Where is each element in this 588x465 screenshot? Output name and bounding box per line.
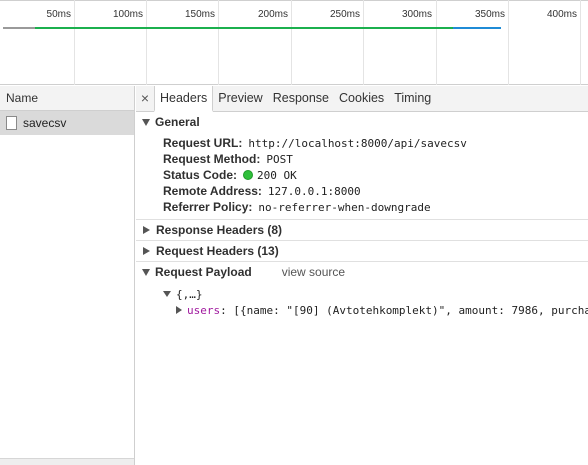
request-method-row: Request Method: POST [136, 151, 588, 167]
tab-response[interactable]: Response [268, 86, 334, 111]
general-section-title: General [155, 115, 200, 129]
tab-headers[interactable]: Headers [154, 86, 214, 112]
view-source-link[interactable]: view source [282, 265, 345, 279]
timeline-tick-label: 400ms [546, 9, 577, 20]
payload-property-value: : [{name: "[90] (Avtotehkomplekt)", amou… [220, 303, 588, 317]
request-url-label: Request URL: [163, 136, 243, 150]
timeline-top-border [0, 0, 588, 1]
timeline-gridline [436, 0, 437, 85]
request-payload-section: Request Payload view source {,…} users :… [136, 262, 588, 318]
timeline-tick-label: 50ms [46, 9, 71, 20]
payload-property-node[interactable]: users : [{name: "[90] (Avtotehkomplekt)"… [136, 302, 588, 318]
timeline-gridline [74, 0, 75, 85]
request-row[interactable]: savecsv [0, 111, 134, 135]
network-timeline-overview[interactable]: 50ms 100ms 150ms 200ms 250ms 300ms 350ms… [0, 0, 588, 85]
timeline-tick-label: 150ms [184, 9, 215, 20]
collapse-triangle-icon [143, 247, 150, 255]
detail-tab-bar: × Headers Preview Response Cookies Timin… [136, 86, 588, 112]
request-method-label: Request Method: [163, 152, 261, 166]
timeline-tick-label: 250ms [329, 9, 360, 20]
request-method-value: POST [266, 152, 293, 166]
request-headers-section: Request Headers (13) [136, 241, 588, 262]
remote-address-row: Remote Address: 127.0.0.1:8000 [136, 183, 588, 199]
request-list-footer [0, 458, 134, 465]
timeline-tick-label: 100ms [112, 9, 143, 20]
payload-root-node[interactable]: {,…} [136, 286, 588, 302]
status-ok-icon [243, 170, 254, 180]
tab-cookies[interactable]: Cookies [334, 86, 389, 111]
status-code-row: Status Code: 200 OK [136, 167, 588, 183]
timeline-tick-label: 200ms [257, 9, 288, 20]
payload-property-key: users [187, 303, 221, 317]
timeline-gridline [580, 0, 581, 85]
response-headers-section: Response Headers (8) [136, 220, 588, 241]
timeline-gridline [363, 0, 364, 85]
expand-triangle-icon [142, 268, 150, 276]
response-headers-title: Response Headers (8) [156, 223, 283, 237]
request-payload-title: Request Payload [155, 265, 252, 279]
referrer-policy-label: Referrer Policy: [163, 200, 253, 214]
status-code-value: 200 OK [257, 168, 297, 182]
remote-address-value: 127.0.0.1:8000 [267, 184, 361, 198]
timeline-bar-queue [3, 27, 35, 29]
collapse-triangle-icon [143, 226, 150, 234]
request-headers-header[interactable]: Request Headers (13) [136, 241, 588, 261]
close-icon[interactable]: × [136, 86, 154, 111]
timeline-gridline [146, 0, 147, 85]
tab-preview[interactable]: Preview [213, 86, 267, 111]
expand-triangle-icon [163, 291, 171, 297]
remote-address-label: Remote Address: [163, 184, 262, 198]
referrer-policy-row: Referrer Policy: no-referrer-when-downgr… [136, 199, 588, 215]
timeline-gridline [218, 0, 219, 85]
request-url-value: http://localhost:8000/api/savecsv [248, 136, 467, 150]
timeline-bar-waiting [35, 27, 453, 29]
general-section-body: Request URL: http://localhost:8000/api/s… [136, 132, 588, 219]
timeline-gridline [508, 0, 509, 85]
request-headers-title: Request Headers (13) [156, 244, 279, 258]
general-section: General Request URL: http://localhost:80… [136, 112, 588, 220]
request-detail-panel: × Headers Preview Response Cookies Timin… [136, 86, 588, 465]
status-code-label: Status Code: [163, 168, 238, 182]
request-payload-header[interactable]: Request Payload view source [136, 262, 588, 282]
timeline-bar-download [453, 27, 501, 29]
response-headers-header[interactable]: Response Headers (8) [136, 220, 588, 240]
name-column-header[interactable]: Name [0, 86, 134, 111]
timeline-gridline [291, 0, 292, 85]
timeline-tick-label: 300ms [401, 9, 432, 20]
referrer-policy-value: no-referrer-when-downgrade [258, 200, 431, 214]
general-section-header[interactable]: General [136, 112, 588, 132]
request-list-panel: Name savecsv [0, 86, 135, 465]
expand-triangle-icon [142, 118, 150, 126]
payload-tree: {,…} users : [{name: "[90] (Avtotehkompl… [136, 282, 588, 318]
tab-timing[interactable]: Timing [389, 86, 436, 111]
request-url-row: Request URL: http://localhost:8000/api/s… [136, 135, 588, 151]
document-icon [6, 116, 17, 130]
collapse-triangle-icon [176, 306, 182, 314]
request-name: savecsv [23, 116, 67, 130]
payload-root-text: {,…} [176, 287, 203, 301]
timeline-tick-label: 350ms [474, 9, 505, 20]
